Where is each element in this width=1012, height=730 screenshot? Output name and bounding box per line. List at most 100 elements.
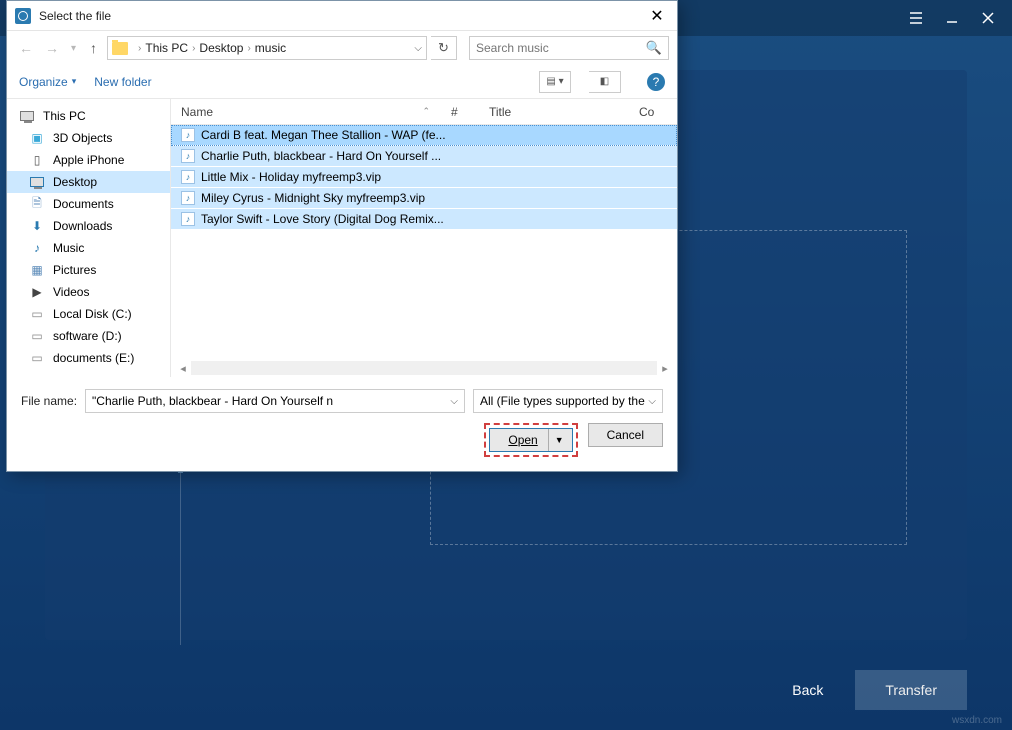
watermark: wsxdn.com: [952, 715, 1002, 726]
breadcrumb-level1[interactable]: Desktop: [199, 41, 243, 55]
tree-item-label: This PC: [43, 109, 86, 123]
breadcrumb-level2[interactable]: music: [255, 41, 286, 55]
chevron-down-icon[interactable]: ▾: [67, 41, 80, 56]
nav-up-icon[interactable]: ↑: [84, 38, 103, 58]
pc-icon: [19, 108, 35, 124]
dialog-footer: File name: "Charlie Puth, blackbear - Ha…: [7, 377, 677, 471]
tree-item-label: software (D:): [53, 329, 122, 343]
dialog-close-button[interactable]: ✕: [637, 6, 677, 26]
music-file-icon: ♪: [181, 128, 195, 142]
tree-item-local-disk-c-[interactable]: ▭ Local Disk (C:): [7, 303, 170, 325]
tree-item-documents-e-[interactable]: ▭ documents (E:): [7, 347, 170, 369]
file-name-input[interactable]: "Charlie Puth, blackbear - Hard On Yours…: [85, 389, 465, 413]
picture-icon: ▦: [29, 262, 45, 278]
tree-item-this-pc[interactable]: This PC: [7, 105, 170, 127]
tree-item-label: Videos: [53, 285, 89, 299]
tree-item-label: Documents: [53, 197, 114, 211]
music-file-icon: ♪: [181, 212, 195, 226]
open-button[interactable]: Open ▼: [489, 428, 572, 452]
disk-icon: ▭: [29, 350, 45, 366]
file-row[interactable]: ♪ Cardi B feat. Megan Thee Stallion - WAP…: [171, 125, 677, 146]
download-icon: ⬇: [29, 218, 45, 234]
desktop-icon: [29, 174, 45, 190]
tree-item-3d-objects[interactable]: ▣3D Objects: [7, 127, 170, 149]
column-title[interactable]: Title: [479, 99, 629, 124]
close-icon[interactable]: [980, 10, 996, 26]
dialog-body: This PC ▣3D Objects▯Apple iPhone Desktop 🗎 D…: [7, 99, 677, 377]
view-mode-button[interactable]: ▤ ▾: [539, 71, 571, 93]
chevron-down-icon[interactable]: ⌵: [648, 396, 656, 407]
transfer-button[interactable]: Transfer: [855, 670, 967, 710]
file-row[interactable]: ♪ Little Mix - Holiday myfreemp3.vip: [171, 167, 677, 188]
tree-item-videos[interactable]: ▶Videos: [7, 281, 170, 303]
column-number[interactable]: #: [441, 99, 479, 124]
tree-item-music[interactable]: ♪Music: [7, 237, 170, 259]
scroll-left-icon[interactable]: ◂: [175, 362, 191, 375]
tree-item-downloads[interactable]: ⬇Downloads: [7, 215, 170, 237]
tree-item-desktop[interactable]: Desktop: [7, 171, 170, 193]
scroll-right-icon[interactable]: ▸: [657, 362, 673, 375]
file-name: Cardi B feat. Megan Thee Stallion - WAP …: [201, 128, 446, 142]
list-header: Name⌃ # Title Co: [171, 99, 677, 125]
breadcrumb[interactable]: › This PC › Desktop › music ⌵: [107, 36, 427, 60]
file-list[interactable]: ♪ Cardi B feat. Megan Thee Stallion - WAP…: [171, 125, 677, 359]
cancel-button[interactable]: Cancel: [588, 423, 663, 447]
tree-item-documents[interactable]: 🗎 Documents: [7, 193, 170, 215]
dialog-toolbar: Organize▾ New folder ▤ ▾ ◧ ?: [7, 65, 677, 99]
dialog-titlebar: Select the file ✕: [7, 1, 677, 31]
file-name: Taylor Swift - Love Story (Digital Dog R…: [201, 212, 444, 226]
search-icon[interactable]: 🔍: [646, 40, 662, 56]
tree-item-software-d-[interactable]: ▭ software (D:): [7, 325, 170, 347]
back-button[interactable]: Back: [780, 672, 835, 708]
search-input[interactable]: 🔍: [469, 36, 669, 60]
search-field[interactable]: [476, 41, 646, 55]
app-footer: Back Transfer: [780, 670, 967, 710]
chevron-down-icon[interactable]: ▼: [555, 435, 564, 445]
folder-tree[interactable]: This PC ▣3D Objects▯Apple iPhone Desktop 🗎 D…: [7, 99, 171, 377]
chevron-right-icon: ›: [247, 43, 250, 54]
file-name: Little Mix - Holiday myfreemp3.vip: [201, 170, 381, 184]
file-name: Miley Cyrus - Midnight Sky myfreemp3.vip: [201, 191, 425, 205]
column-name[interactable]: Name⌃: [171, 99, 441, 124]
file-row[interactable]: ♪ Taylor Swift - Love Story (Digital Dog …: [171, 209, 677, 230]
disk-icon: ▭: [29, 306, 45, 322]
file-list-panel: Name⌃ # Title Co ♪ Cardi B feat. Megan Th…: [171, 99, 677, 377]
tree-item-label: Desktop: [53, 175, 97, 189]
scroll-track[interactable]: [191, 361, 657, 375]
minimize-icon[interactable]: [944, 10, 960, 26]
app-icon: [15, 8, 31, 24]
refresh-button[interactable]: ↻: [431, 36, 457, 60]
column-co[interactable]: Co: [629, 99, 677, 124]
tree-item-apple-iphone[interactable]: ▯Apple iPhone: [7, 149, 170, 171]
help-icon[interactable]: ?: [647, 73, 665, 91]
nav-forward-icon[interactable]: →: [41, 38, 63, 58]
file-type-filter[interactable]: All (File types supported by the ⌵: [473, 389, 663, 413]
chevron-right-icon: ›: [192, 43, 195, 54]
tree-item-label: Apple iPhone: [53, 153, 124, 167]
tree-item-pictures[interactable]: ▦Pictures: [7, 259, 170, 281]
tree-item-label: Local Disk (C:): [53, 307, 132, 321]
chevron-down-icon: ▾: [72, 76, 77, 87]
file-name-label: File name:: [21, 394, 77, 408]
list-icon[interactable]: [908, 10, 924, 26]
music-file-icon: ♪: [181, 191, 195, 205]
breadcrumb-root[interactable]: This PC: [145, 41, 188, 55]
chevron-down-icon[interactable]: ⌵: [414, 43, 422, 54]
chevron-down-icon[interactable]: ⌵: [450, 396, 458, 407]
new-folder-button[interactable]: New folder: [94, 75, 151, 89]
horizontal-scrollbar[interactable]: ◂ ▸: [171, 359, 677, 377]
music-file-icon: ♪: [181, 170, 195, 184]
file-open-dialog: Select the file ✕ ← → ▾ ↑ › This PC › De…: [6, 0, 678, 472]
music-file-icon: ♪: [181, 149, 195, 163]
music-icon: ♪: [29, 240, 45, 256]
file-row[interactable]: ♪ Miley Cyrus - Midnight Sky myfreemp3.vi…: [171, 188, 677, 209]
nav-back-icon[interactable]: ←: [15, 38, 37, 58]
preview-pane-button[interactable]: ◧: [589, 71, 621, 93]
disk-icon: ▭: [29, 328, 45, 344]
file-row[interactable]: ♪Charlie Puth, blackbear - Hard On Yours…: [171, 146, 677, 167]
chevron-right-icon: ›: [138, 43, 141, 54]
tree-item-label: documents (E:): [53, 351, 134, 365]
organize-menu[interactable]: Organize▾: [19, 75, 76, 89]
dialog-title: Select the file: [39, 9, 637, 23]
doc-icon: 🗎: [29, 196, 45, 212]
